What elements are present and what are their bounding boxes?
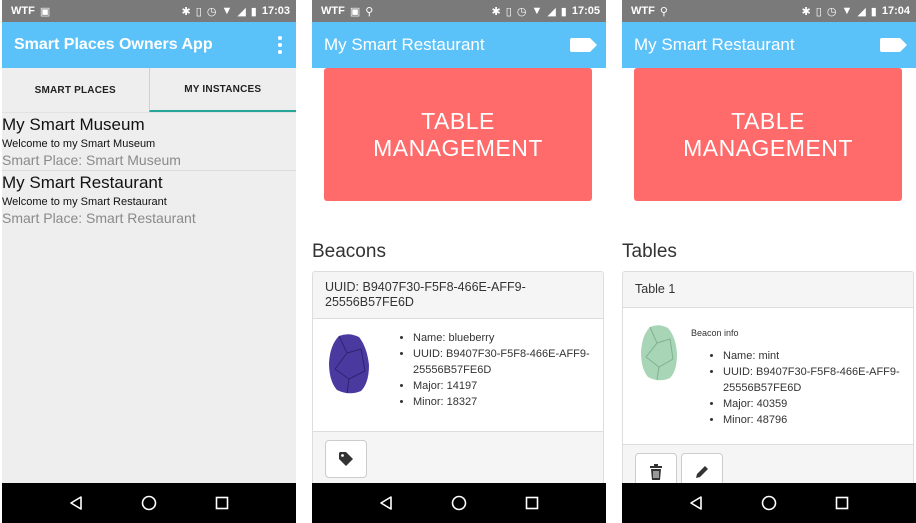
alarm-icon: ◷ — [516, 5, 527, 18]
place-welcome: Welcome to my Smart Restaurant — [2, 196, 167, 208]
app-bar: My Smart Restaurant — [622, 22, 916, 68]
wifi-icon: ▼ — [531, 5, 543, 17]
section-title-tables: Tables — [622, 241, 677, 262]
system-nav-bar — [2, 483, 296, 523]
carrier-label: WTF — [631, 5, 655, 17]
bluetooth-icon: ✱ — [491, 5, 501, 18]
place-title: My Smart Museum — [2, 115, 145, 134]
overflow-menu-icon[interactable] — [274, 32, 286, 58]
beacon-name: Name: mint — [723, 348, 903, 364]
beacon-card: UUID: B9407F30-F5F8-466E-AFF9-25556B57FE… — [312, 271, 604, 501]
app-bar: Smart Places Owners App — [2, 22, 296, 68]
table-card: Table 1 Beacon info Name: mint UUID: B94… — [622, 271, 914, 501]
home-icon[interactable] — [757, 491, 781, 515]
signal-icon: ◢ — [857, 5, 866, 18]
system-nav-bar — [312, 483, 606, 523]
wifi-icon: ▼ — [221, 5, 233, 17]
label-tag-icon[interactable] — [570, 38, 597, 52]
battery-icon: ▮ — [250, 5, 257, 18]
back-icon[interactable] — [684, 491, 708, 515]
section-title-beacons: Beacons — [312, 241, 386, 262]
card-body: Beacon info Name: mint UUID: B9407F30-F5… — [623, 308, 913, 448]
beacon-image — [641, 325, 677, 381]
back-icon[interactable] — [64, 491, 88, 515]
status-bar: WTF ▣ ⚲ ✱ ▯ ◷ ▼ ◢ ▮ 17:05 — [312, 0, 606, 22]
back-icon[interactable] — [374, 491, 398, 515]
clock: 17:03 — [261, 5, 290, 17]
beacon-minor: Minor: 48796 — [723, 412, 903, 428]
vibrate-icon: ▯ — [815, 5, 822, 18]
bluetooth-icon: ✱ — [181, 5, 191, 18]
clock: 17:05 — [571, 5, 600, 17]
image-notification-icon: ▣ — [39, 5, 51, 18]
clock: 17:04 — [881, 5, 910, 17]
battery-icon: ▮ — [560, 5, 567, 18]
home-icon[interactable] — [447, 491, 471, 515]
app-title: Smart Places Owners App — [14, 36, 213, 53]
tab-my-instances[interactable]: MY INSTANCES — [148, 68, 296, 112]
beacon-minor: Minor: 18327 — [413, 394, 593, 410]
tag-button[interactable] — [325, 440, 367, 478]
table-management-button[interactable]: TABLE MANAGEMENT — [634, 68, 902, 201]
recents-icon[interactable] — [210, 491, 234, 515]
wifi-icon: ▼ — [841, 5, 853, 17]
place-title: My Smart Restaurant — [2, 173, 163, 192]
status-bar: WTF ▣ ✱ ▯ ◷ ▼ ◢ ▮ 17:03 — [2, 0, 296, 22]
tag-icon — [339, 452, 353, 466]
app-title: My Smart Restaurant — [324, 35, 485, 54]
status-bar: WTF ⚲ ✱ ▯ ◷ ▼ ◢ ▮ 17:04 — [622, 0, 916, 22]
table-management-line2: MANAGEMENT — [373, 134, 543, 161]
app-title: My Smart Restaurant — [634, 35, 795, 54]
beacon-info-label: Beacon info — [691, 328, 739, 338]
app-bar: My Smart Restaurant — [312, 22, 606, 68]
location-icon: ⚲ — [365, 5, 374, 18]
label-tag-icon[interactable] — [880, 38, 907, 52]
tab-bar: SMART PLACES MY INSTANCES — [2, 68, 296, 113]
image-notification-icon: ▣ — [349, 5, 361, 18]
table-management-line1: TABLE — [731, 107, 805, 134]
card-body: Name: blueberry UUID: B9407F30-F5F8-466E… — [313, 319, 603, 433]
carrier-label: WTF — [321, 5, 345, 17]
trash-icon — [650, 464, 662, 480]
phone-screen-beacons: WTF ▣ ⚲ ✱ ▯ ◷ ▼ ◢ ▮ 17:05 My Smart Resta… — [312, 0, 606, 523]
place-welcome: Welcome to my Smart Museum — [2, 138, 156, 150]
alarm-icon: ◷ — [206, 5, 217, 18]
home-icon[interactable] — [137, 491, 161, 515]
recents-icon[interactable] — [830, 491, 854, 515]
tab-smart-places[interactable]: SMART PLACES — [2, 68, 149, 112]
beacon-major: Major: 14197 — [413, 378, 593, 394]
signal-icon: ◢ — [237, 5, 246, 18]
table-management-line2: MANAGEMENT — [683, 134, 853, 161]
place-type: Smart Place: Smart Restaurant — [2, 210, 196, 226]
system-nav-bar — [622, 483, 916, 523]
recents-icon[interactable] — [520, 491, 544, 515]
signal-icon: ◢ — [547, 5, 556, 18]
phone-screen-smart-places: WTF ▣ ✱ ▯ ◷ ▼ ◢ ▮ 17:03 Smart Places Own… — [2, 0, 296, 523]
pencil-icon — [696, 466, 708, 478]
vibrate-icon: ▯ — [505, 5, 512, 18]
list-item-my-smart-museum[interactable]: My Smart Museum Welcome to my Smart Muse… — [2, 113, 296, 171]
beacon-uuid: UUID: B9407F30-F5F8-466E-AFF9-25556B57FE… — [723, 364, 903, 396]
carrier-label: WTF — [11, 5, 35, 17]
card-header-uuid: UUID: B9407F30-F5F8-466E-AFF9-25556B57FE… — [313, 272, 603, 319]
location-icon: ⚲ — [659, 5, 668, 18]
card-header-table: Table 1 — [623, 272, 913, 308]
vibrate-icon: ▯ — [195, 5, 202, 18]
beacon-image — [329, 334, 369, 394]
alarm-icon: ◷ — [826, 5, 837, 18]
list-item-my-smart-restaurant[interactable]: My Smart Restaurant Welcome to my Smart … — [2, 171, 296, 228]
place-type: Smart Place: Smart Museum — [2, 152, 181, 168]
beacon-uuid: UUID: B9407F30-F5F8-466E-AFF9-25556B57FE… — [413, 346, 593, 378]
beacon-major: Major: 40359 — [723, 396, 903, 412]
beacon-name: Name: blueberry — [413, 330, 593, 346]
bluetooth-icon: ✱ — [801, 5, 811, 18]
table-management-button[interactable]: TABLE MANAGEMENT — [324, 68, 592, 201]
battery-icon: ▮ — [870, 5, 877, 18]
table-management-line1: TABLE — [421, 107, 495, 134]
phone-screen-tables: WTF ⚲ ✱ ▯ ◷ ▼ ◢ ▮ 17:04 My Smart Restaur… — [622, 0, 916, 523]
